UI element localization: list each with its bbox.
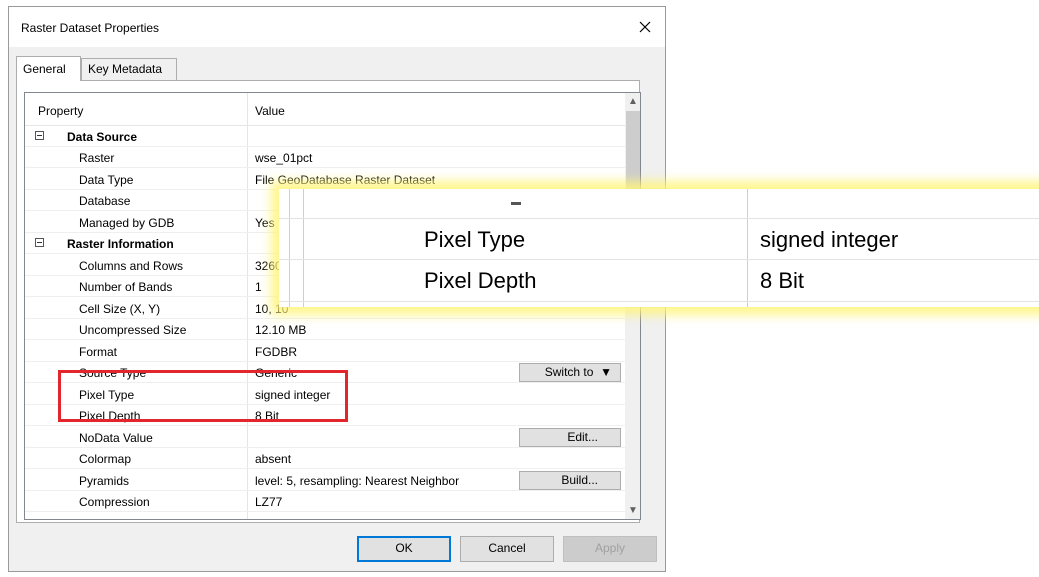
property-name: Uncompressed Size: [79, 323, 187, 337]
zoom-text-fragment: [511, 202, 521, 205]
collapse-icon[interactable]: [35, 131, 44, 140]
switch-to-label: Switch to: [544, 365, 594, 379]
property-name: Data Type: [79, 173, 134, 187]
property-name: NoData Value: [79, 431, 153, 445]
zoom-property-value: 8 Bit: [760, 268, 805, 293]
build-button[interactable]: Build...: [519, 471, 621, 490]
property-row-raster[interactable]: Raster wse_01pct: [25, 147, 625, 168]
zoom-row-line: [279, 301, 1039, 302]
property-value: absent: [255, 452, 292, 466]
apply-button[interactable]: Apply: [563, 536, 657, 562]
property-value: Yes: [255, 216, 275, 230]
column-header-value[interactable]: Value: [255, 104, 285, 118]
dropdown-arrow-icon: ▼: [596, 365, 612, 379]
property-value: FGDBR: [255, 345, 297, 359]
zoom-grid-line: [289, 189, 290, 307]
close-icon: [639, 21, 651, 33]
property-row-nodata-value[interactable]: NoData Value Edit...: [25, 427, 625, 448]
property-name: Database: [79, 194, 131, 208]
grid-header: Property Value: [25, 93, 625, 126]
zoom-property-value: signed integer: [760, 227, 899, 252]
property-name: Colormap: [79, 452, 132, 466]
property-row-format[interactable]: Format FGDBR: [25, 341, 625, 362]
property-value: level: 5, resampling: Nearest Neighbor: [255, 474, 460, 488]
property-value: 1: [255, 280, 262, 294]
column-header-property[interactable]: Property: [38, 104, 83, 118]
tab-key-metadata[interactable]: Key Metadata: [81, 58, 177, 80]
zoom-property-name: Pixel Type: [424, 227, 526, 252]
property-row-data-type[interactable]: Data Type File GeoDatabase Raster Datase…: [25, 169, 625, 190]
group-label: Raster Information: [67, 237, 174, 251]
property-row-uncompressed-size[interactable]: Uncompressed Size 12.10 MB: [25, 319, 625, 340]
property-name: Pyramids: [79, 474, 130, 488]
title-bar: Raster Dataset Properties: [9, 7, 665, 47]
property-value: LZ77: [255, 495, 283, 509]
property-value: 12.10 MB: [255, 323, 307, 337]
property-row-pyramids[interactable]: Pyramids level: 5, resampling: Nearest N…: [25, 470, 625, 491]
scroll-up-icon[interactable]: ▲: [625, 93, 640, 110]
edit-button[interactable]: Edit...: [519, 428, 621, 447]
zoom-column-divider: [747, 189, 748, 307]
property-name: Managed by GDB: [79, 216, 175, 230]
property-row-colormap[interactable]: Colormap absent: [25, 448, 625, 469]
zoom-grid-line: [303, 189, 304, 307]
window-title: Raster Dataset Properties: [21, 21, 160, 35]
ok-button[interactable]: OK: [357, 536, 451, 562]
property-row-compression[interactable]: Compression LZ77: [25, 491, 625, 512]
property-value: File GeoDatabase Raster Dataset: [255, 173, 436, 187]
tab-general[interactable]: General: [16, 56, 81, 81]
property-name: Format: [79, 345, 118, 359]
close-button[interactable]: [625, 7, 665, 47]
zoom-row-line: [279, 218, 1039, 219]
collapse-icon[interactable]: [35, 238, 44, 247]
zoom-property-name: Pixel Depth: [424, 268, 537, 293]
property-name: Cell Size (X, Y): [79, 302, 161, 316]
scroll-down-icon[interactable]: ▼: [625, 502, 640, 519]
property-value: wse_01pct: [255, 151, 313, 165]
property-name: Compression: [79, 495, 150, 509]
switch-to-dropdown-button[interactable]: Switch to ▼: [519, 363, 621, 382]
cancel-button[interactable]: Cancel: [460, 536, 554, 562]
zoom-callout: Pixel Type signed integer Pixel Depth 8 …: [279, 189, 1039, 307]
property-name: Raster: [79, 151, 115, 165]
pixel-info-highlight-box: [58, 370, 348, 422]
zoom-row-line: [279, 259, 1039, 260]
property-name: Columns and Rows: [79, 259, 184, 273]
group-row-data-source[interactable]: Data Source: [25, 126, 625, 147]
property-name: Number of Bands: [79, 280, 173, 294]
group-label: Data Source: [67, 130, 138, 144]
